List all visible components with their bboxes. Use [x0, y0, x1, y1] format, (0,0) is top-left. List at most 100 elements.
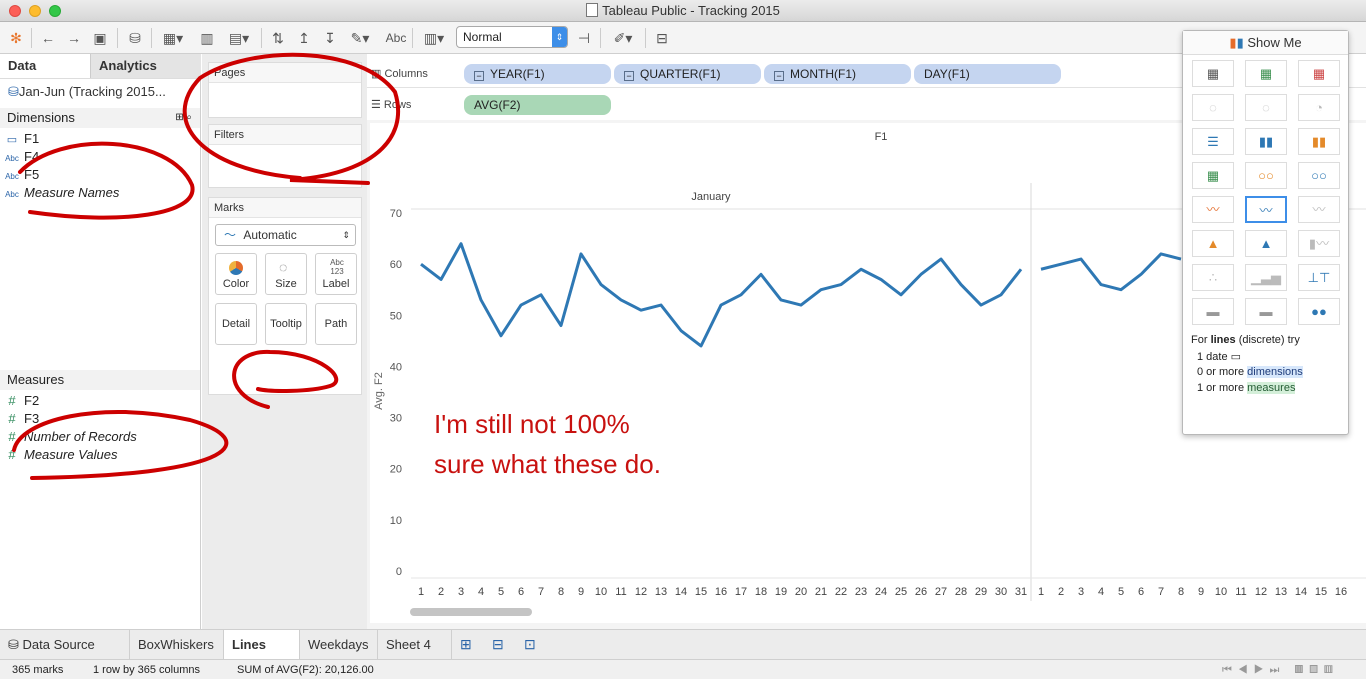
chart-type-heat-map-icon[interactable]: ▦	[1245, 60, 1287, 87]
group-icon[interactable]: ✎▾	[344, 27, 376, 49]
field-f1[interactable]: ▭ F1	[0, 130, 39, 148]
path-button[interactable]: Path	[315, 303, 357, 345]
field-label: F2	[24, 393, 40, 408]
calendar-icon: ▭	[1230, 351, 1242, 363]
field-label: F3	[24, 411, 40, 426]
expand-icon: −	[474, 71, 484, 81]
chart-type-box-and-whisker-icon[interactable]: ⊥⊤	[1298, 264, 1340, 291]
search-icon[interactable]: ⊞ ⌕	[175, 108, 192, 128]
columns-label-text: Columns	[384, 68, 428, 80]
tab-analytics[interactable]: Analytics	[90, 54, 201, 78]
save-icon[interactable]: ▣	[90, 27, 110, 49]
clear-sheet-icon[interactable]: ▤▾	[224, 27, 254, 49]
chart-type-highlight-table-icon[interactable]: ▦	[1298, 60, 1340, 87]
x-tick-label: 4	[478, 586, 484, 598]
field-f2[interactable]: # F2	[0, 392, 39, 410]
field-f5[interactable]: Abc F5	[0, 166, 39, 184]
tooltip-button[interactable]: Tooltip	[265, 303, 307, 345]
field-f3[interactable]: # F3	[0, 410, 39, 428]
tableau-logo-icon[interactable]: ✻	[6, 27, 26, 49]
tab-data-source[interactable]: ⛁ Data Source	[0, 630, 130, 660]
req-dim-highlight: dimensions	[1247, 366, 1303, 378]
chart-type-lines-discrete-icon[interactable]: 〰	[1245, 196, 1287, 223]
chart-type-stacked-bars-icon[interactable]: ▮▮	[1245, 128, 1287, 155]
size-icon: ◌	[279, 259, 288, 275]
mark-type-select[interactable]: 〜 Automatic ⇕	[215, 224, 356, 246]
columns-pill-day[interactable]: DAY(F1)	[914, 64, 1061, 84]
chart-type-text-table-icon[interactable]: ▦	[1192, 60, 1234, 87]
detail-button[interactable]: Detail	[215, 303, 257, 345]
new-worksheet-icon[interactable]: ▦▾	[157, 27, 189, 49]
chart-type-gantt-chart-icon[interactable]: ▬	[1192, 298, 1234, 325]
minimize-window-button[interactable]	[29, 5, 41, 17]
chart-type-symbol-map-icon[interactable]: ◌	[1192, 94, 1234, 121]
redo-icon[interactable]: →	[64, 27, 84, 49]
show-me-header[interactable]: ▮▮ Show Me	[1183, 31, 1348, 55]
calendar-icon: ▭	[6, 134, 18, 146]
label-button[interactable]: Abc 123 Label	[315, 253, 357, 295]
size-button[interactable]: ◌ Size	[265, 253, 307, 295]
swap-icon[interactable]: ⇅	[268, 27, 288, 49]
status-sum: SUM of AVG(F2): 20,126.00	[237, 664, 374, 676]
columns-pill-year[interactable]: − YEAR(F1)	[464, 64, 611, 84]
highlight-icon[interactable]: ✐▾	[606, 27, 640, 49]
close-window-button[interactable]	[9, 5, 21, 17]
sort-descending-icon[interactable]: ↧	[320, 27, 340, 49]
datasource-item[interactable]: ⛁Jan-Jun (Tracking 2015...	[0, 78, 200, 104]
x-tick-label: 7	[1158, 586, 1164, 598]
chart-type-filled-map-icon[interactable]: ◌	[1245, 94, 1287, 121]
chart-type-area-continuous-icon[interactable]: ▲	[1192, 230, 1234, 257]
document-icon	[586, 3, 599, 17]
color-button[interactable]: Color	[215, 253, 257, 295]
chart-type-horizontal-bars-icon[interactable]: ☰	[1192, 128, 1234, 155]
annotation-line-1: I'm still not 100%	[434, 409, 630, 439]
tab-weekdays[interactable]: Weekdays	[300, 630, 378, 660]
expand-icon: −	[624, 71, 634, 81]
undo-icon[interactable]: ←	[38, 27, 58, 49]
field-f4[interactable]: Abc F4	[0, 148, 39, 166]
filters-card[interactable]: Filters	[208, 124, 362, 188]
chart-type-treemap-icon[interactable]: ▦	[1192, 162, 1234, 189]
tab-boxwhiskers[interactable]: BoxWhiskers	[130, 630, 224, 660]
database-icon: ⛁	[8, 84, 19, 99]
pages-card[interactable]: Pages	[208, 62, 362, 118]
chart-type-bullet-graph-icon[interactable]: ▬	[1245, 298, 1287, 325]
hint-bold: lines	[1210, 334, 1236, 346]
chart-type-dual-lines-icon[interactable]: 〰	[1298, 196, 1340, 223]
field-measure-names[interactable]: Abc Measure Names	[0, 184, 119, 202]
tab-sheet-4[interactable]: Sheet 4	[378, 630, 452, 660]
new-story-tab-icon[interactable]: ⊡	[524, 636, 536, 653]
chart-type-packed-bubbles-icon[interactable]: ●●	[1298, 298, 1340, 325]
presentation-icon[interactable]: ⊟	[651, 27, 673, 49]
chart-type-circle-views-icon[interactable]: ○○	[1245, 162, 1287, 189]
zoom-window-button[interactable]	[49, 5, 61, 17]
new-datasource-icon[interactable]: ⛁	[124, 27, 146, 49]
window-title: Tableau Public - Tracking 2015	[602, 3, 780, 18]
columns-pill-month[interactable]: − MONTH(F1)	[764, 64, 911, 84]
rows-pill-avg-f2[interactable]: AVG(F2)	[464, 95, 611, 115]
field-number-of-records[interactable]: # Number of Records	[0, 428, 136, 446]
chart-type-lines-continuous-icon[interactable]: 〰	[1192, 196, 1234, 223]
field-measure-values[interactable]: # Measure Values	[0, 446, 117, 464]
sort-ascending-icon[interactable]: ↥	[294, 27, 314, 49]
chart-type-dual-combination-icon[interactable]: ▮〰	[1298, 230, 1340, 257]
tab-data[interactable]: Data	[0, 54, 90, 78]
chart-type-side-by-side-circles-icon[interactable]: ○○	[1298, 162, 1340, 189]
tab-lines[interactable]: Lines	[224, 630, 300, 660]
chart-type-area-discrete-icon[interactable]: ▲	[1245, 230, 1287, 257]
totals-icon[interactable]: ▥▾	[418, 27, 450, 49]
chart-type-scatter-plot-icon[interactable]: ∴	[1192, 264, 1234, 291]
show-labels-button[interactable]: Abc	[383, 27, 409, 49]
fix-axes-icon[interactable]: ⊣	[574, 27, 594, 49]
sheet-navigation-icons[interactable]: ⏮◀▶⏭ ▦▤▥	[1222, 660, 1339, 680]
new-dashboard-tab-icon[interactable]: ⊟	[492, 636, 504, 653]
duplicate-sheet-icon[interactable]: ▥	[196, 27, 218, 49]
chart-type-histogram-icon[interactable]: ▁▃▅	[1245, 264, 1287, 291]
columns-pill-quarter[interactable]: − QUARTER(F1)	[614, 64, 761, 84]
chart-type-pie-chart-icon[interactable]: ◔	[1298, 94, 1340, 121]
status-bar: 365 marks 1 row by 365 columns SUM of AV…	[0, 659, 1366, 679]
chart-type-side-by-side-bars-icon[interactable]: ▮▮	[1298, 128, 1340, 155]
fit-select[interactable]: Normal ⇕	[456, 26, 568, 48]
new-worksheet-tab-icon[interactable]: ⊞	[460, 636, 472, 653]
show-me-title: Show Me	[1247, 35, 1302, 50]
